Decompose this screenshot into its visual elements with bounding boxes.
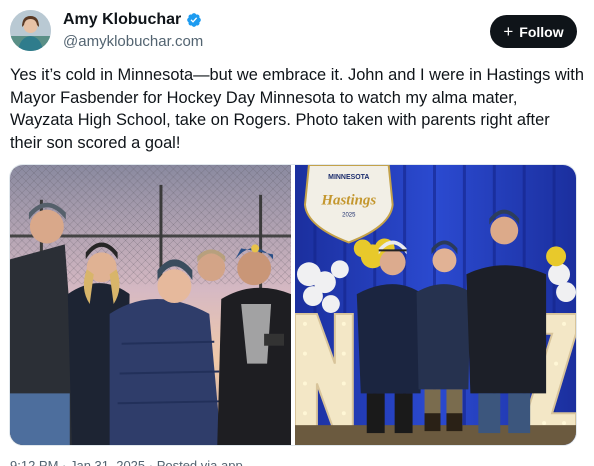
follow-button-label: Follow — [519, 23, 564, 40]
post-text: Yes it’s cold in Minnesota—but we embrac… — [10, 66, 584, 152]
photo-outdoor-group[interactable] — [10, 165, 291, 445]
sign-year-text: 2025 — [342, 213, 356, 219]
author-handle[interactable]: @amyklobuchar.com — [63, 33, 203, 50]
author-display-name[interactable]: Amy Klobuchar — [63, 11, 181, 29]
follow-button[interactable]: + Follow — [490, 15, 577, 48]
post-card: Amy Klobuchar @amyklobuchar.com + Follow… — [0, 0, 594, 466]
avatar[interactable] — [10, 10, 51, 51]
sign-main-text: Hastings — [320, 193, 376, 209]
photo-indoor-backdrop[interactable]: MINNESOTA Hastings 2025 — [295, 165, 576, 445]
media-grid: MINNESOTA Hastings 2025 — [9, 164, 577, 446]
profile-photo-icon — [10, 10, 51, 51]
author-name-row: Amy Klobuchar — [63, 11, 202, 29]
plus-icon: + — [503, 22, 514, 41]
sign-top-text: MINNESOTA — [328, 174, 369, 181]
verified-badge-icon — [186, 12, 202, 28]
post-meta: 9:12 PM · Jan 31, 2025 · Posted via app — [10, 458, 243, 466]
